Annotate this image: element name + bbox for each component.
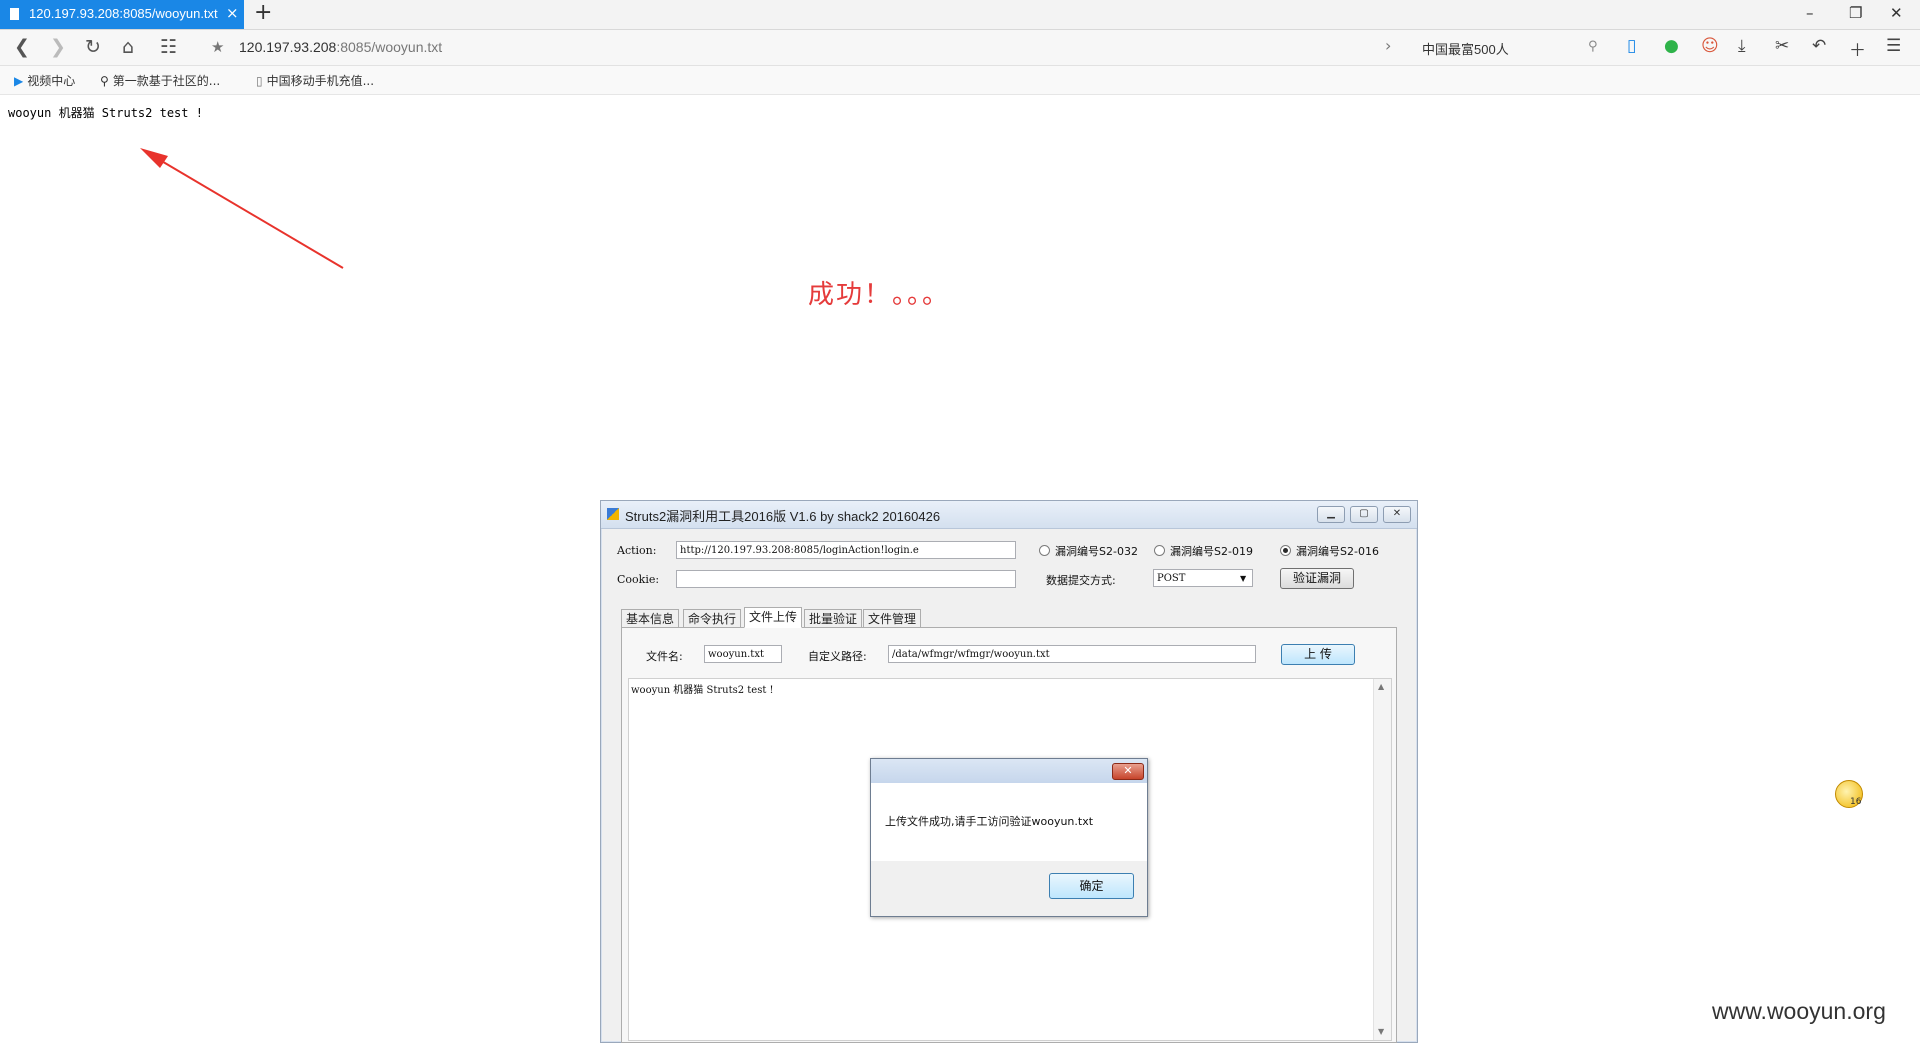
tab-file-upload[interactable]: 文件上传 — [744, 607, 803, 628]
arrow-1-head — [140, 148, 168, 168]
notification-count: 16 — [1850, 797, 1862, 807]
scroll-down-icon[interactable]: ▼ — [1378, 1027, 1384, 1036]
action-label: Action: — [617, 544, 657, 557]
filename-label: 文件名: — [646, 650, 683, 663]
maximize-icon[interactable]: ▢ — [1350, 506, 1378, 523]
file-content-text: wooyun 机器猫 Struts2 test ! — [631, 685, 774, 696]
ok-button[interactable]: 确定 — [1049, 873, 1134, 899]
dialog-close-icon[interactable]: ✕ — [1112, 763, 1144, 780]
minimize-icon[interactable]: ▁ — [1317, 506, 1345, 523]
dropdown-arrow-icon: ▼ — [1240, 574, 1247, 583]
upload-success-dialog: ✕ 上传文件成功,请手工访问验证wooyun.txt 确定 — [870, 758, 1148, 917]
tool-title: Struts2漏洞利用工具2016版 V1.6 by shack2 201604… — [625, 509, 941, 524]
path-label: 自定义路径: — [808, 650, 867, 663]
app-icon — [607, 508, 619, 520]
submit-method-value: POST — [1157, 573, 1186, 584]
cookie-label: Cookie: — [617, 573, 660, 586]
radio-label: 漏洞编号S2-019 — [1170, 545, 1253, 558]
radio-s2-032[interactable] — [1039, 545, 1050, 556]
arrow-1-line — [147, 152, 344, 269]
dialog-message: 上传文件成功,请手工访问验证wooyun.txt — [885, 815, 1094, 828]
radio-s2-016[interactable] — [1280, 545, 1291, 556]
close-icon[interactable]: ✕ — [1383, 506, 1411, 523]
path-input[interactable]: /data/wfmgr/wfmgr/wooyun.txt — [888, 645, 1256, 663]
tab-batch-verify[interactable]: 批量验证 — [804, 609, 863, 628]
tab-file-manager[interactable]: 文件管理 — [863, 609, 922, 628]
submit-method-select[interactable]: POST ▼ — [1153, 569, 1253, 587]
vertical-scrollbar[interactable]: ▲ ▼ — [1373, 679, 1391, 1040]
upload-button[interactable]: 上 传 — [1281, 644, 1355, 665]
cookie-input[interactable] — [676, 570, 1016, 588]
tab-command-exec[interactable]: 命令执行 — [683, 609, 742, 628]
radio-s2-019[interactable] — [1154, 545, 1165, 556]
verify-vuln-button[interactable]: 验证漏洞 — [1280, 568, 1354, 589]
radio-label: 漏洞编号S2-016 — [1296, 545, 1379, 558]
submit-method-label: 数据提交方式: — [1046, 574, 1116, 587]
radio-label: 漏洞编号S2-032 — [1055, 545, 1138, 558]
tab-basic-info[interactable]: 基本信息 — [621, 609, 680, 628]
filename-input[interactable]: wooyun.txt — [704, 645, 782, 663]
action-input[interactable]: http://120.197.93.208:8085/loginAction!l… — [676, 541, 1016, 559]
watermark: www.wooyun.org — [1712, 998, 1886, 1024]
tool-titlebar[interactable]: Struts2漏洞利用工具2016版 V1.6 by shack2 201604… — [601, 501, 1417, 529]
scroll-up-icon[interactable]: ▲ — [1378, 682, 1384, 691]
dialog-titlebar[interactable]: ✕ — [871, 759, 1147, 783]
